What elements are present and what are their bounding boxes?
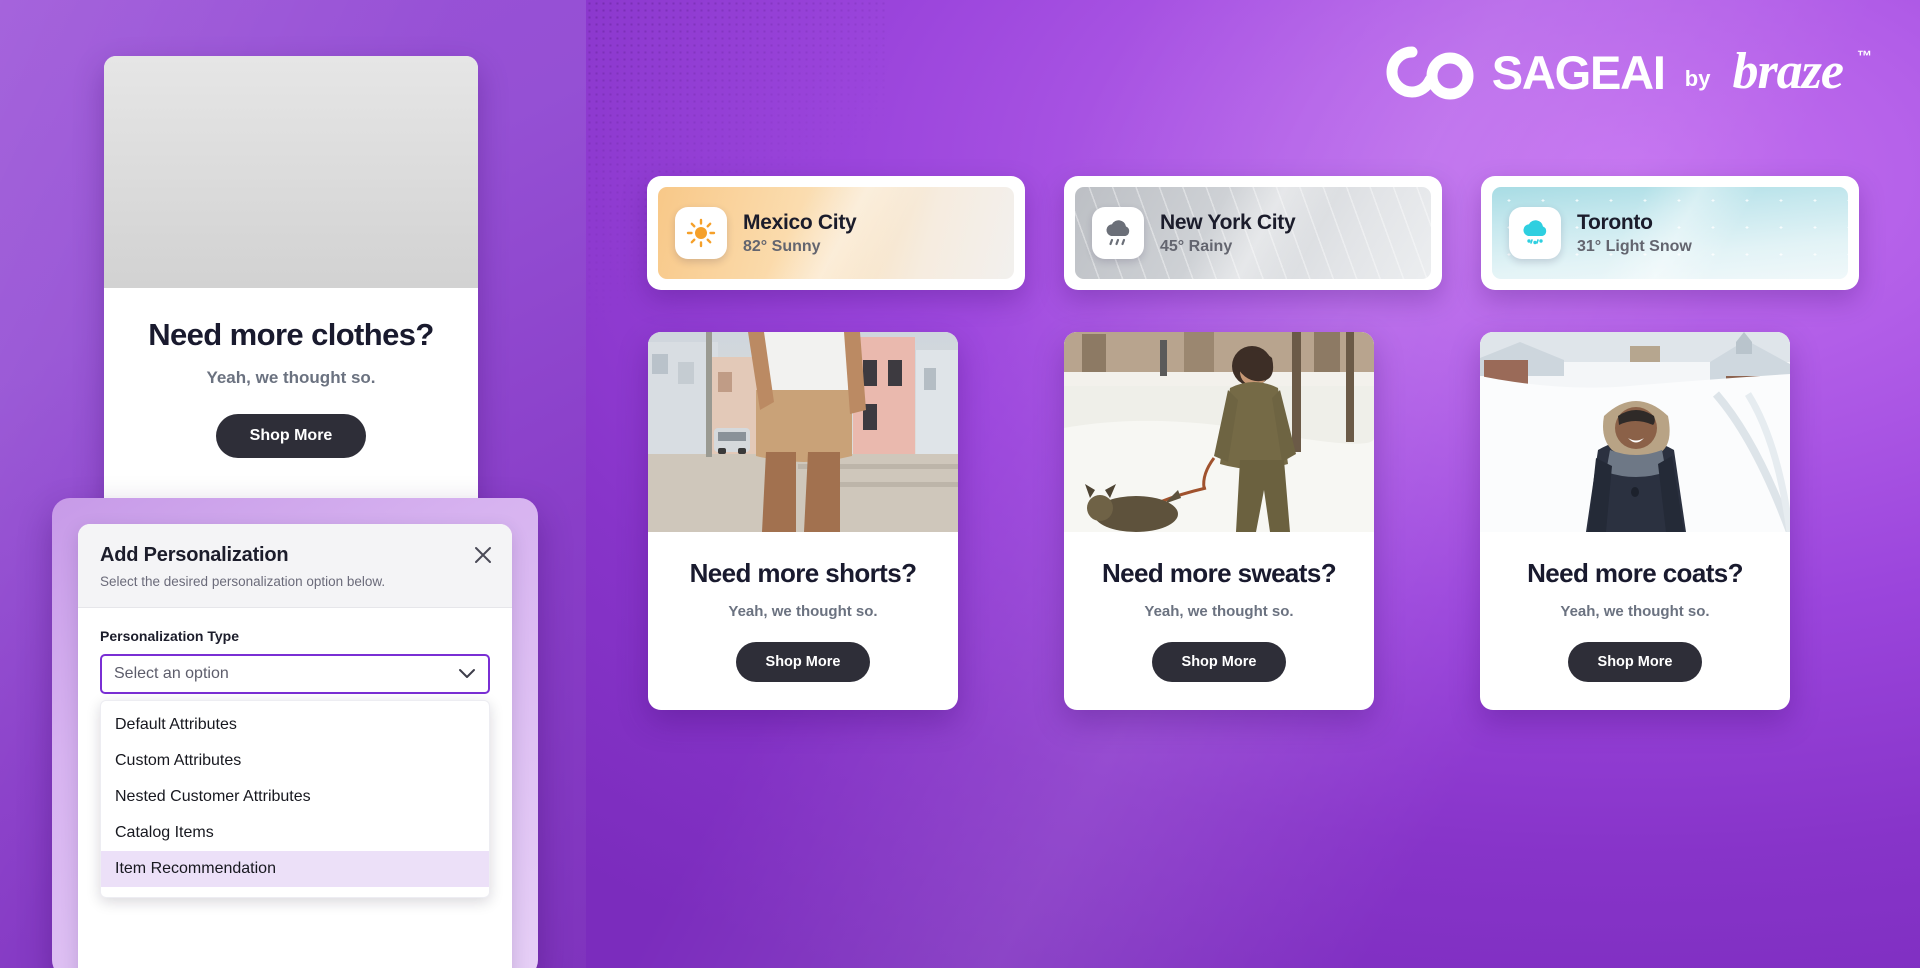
product-card-subtitle: Yeah, we thought so.	[1560, 603, 1710, 620]
logo-braze-text: braze	[1732, 43, 1844, 100]
dropdown-option-4[interactable]: Item Recommendation	[101, 851, 489, 887]
product-card-2: Need more sweats? Yeah, we thought so. Sho…	[1064, 332, 1374, 710]
chevron-down-icon	[459, 669, 475, 678]
add-personalization-modal: Add Personalization Select the desired p…	[78, 524, 512, 968]
preview-card-title: Need more clothes?	[148, 317, 434, 352]
close-icon-glyph	[475, 547, 491, 563]
preview-card-body: Need more clothes? Yeah, we thought so. …	[104, 288, 478, 459]
product-card-1: Need more shorts? Yeah, we thought so. Sho…	[648, 332, 958, 710]
close-icon[interactable]	[472, 544, 494, 566]
product-photo	[648, 332, 958, 532]
personalization-type-select[interactable]: Select an option	[100, 654, 490, 694]
product-card-title: Need more shorts?	[689, 558, 917, 588]
weather-condition: 82° Sunny	[743, 237, 821, 255]
weather-card-new-york-city: New York City 45° Rainy	[1064, 176, 1442, 290]
weather-condition: 31° Light Snow	[1577, 237, 1692, 255]
product-card-body: Need more sweats? Yeah, we thought so. Sho…	[1064, 532, 1374, 682]
personalization-modal-frame: Add Personalization Select the desired p…	[52, 498, 538, 968]
weather-city-name: Toronto	[1577, 210, 1653, 234]
weather-card-text: New York City 45° Rainy	[1160, 210, 1296, 256]
product-card-subtitle: Yeah, we thought so.	[728, 603, 878, 620]
product-card-title: Need more coats?	[1527, 558, 1743, 588]
weather-card-text: Mexico City 82° Sunny	[743, 210, 857, 256]
weather-card-inner: New York City 45° Rainy	[1075, 187, 1431, 279]
dropdown-option-3[interactable]: Catalog Items	[101, 815, 489, 851]
product-card-3: Need more coats? Yeah, we thought so. Shop…	[1480, 332, 1790, 710]
weather-card-mexico-city: Mexico City 82° Sunny	[647, 176, 1025, 290]
sun-icon	[675, 207, 727, 259]
product-photo	[1064, 332, 1374, 532]
product-card-body: Need more shorts? Yeah, we thought so. Sho…	[648, 532, 958, 682]
weather-card-inner: Mexico City 82° Sunny	[658, 187, 1014, 279]
product-card-subtitle: Yeah, we thought so.	[1144, 603, 1294, 620]
shop-more-button[interactable]: Shop More	[1151, 642, 1287, 682]
logo-wordmark: SAGEAI	[1491, 45, 1666, 99]
weather-city-name: Mexico City	[743, 210, 857, 234]
modal-title: Add Personalization	[100, 544, 289, 566]
snow-cloud-icon	[1509, 207, 1561, 259]
weather-card-text: Toronto 31° Light Snow	[1577, 211, 1692, 256]
preview-card-subtitle: Yeah, we thought so.	[206, 368, 376, 388]
shop-more-button[interactable]: Shop More	[1567, 642, 1703, 682]
shop-more-button[interactable]: Shop More	[735, 642, 871, 682]
product-card-title: Need more sweats?	[1101, 558, 1337, 588]
rain-cloud-icon	[1092, 207, 1144, 259]
modal-description: Select the desired personalization optio…	[100, 574, 386, 589]
modal-header: Add Personalization Select the desired p…	[78, 524, 512, 608]
dropdown-option-1[interactable]: Custom Attributes	[101, 743, 489, 779]
personalization-type-dropdown[interactable]: Default Attributes Custom Attributes Neste…	[100, 700, 490, 898]
weather-card-inner: Toronto 31° Light Snow	[1492, 187, 1848, 279]
dropdown-option-0[interactable]: Default Attributes	[101, 707, 489, 743]
select-placeholder-text: Select an option	[114, 665, 229, 682]
weather-condition: 45° Rainy	[1160, 237, 1233, 255]
preview-message-card: Need more clothes? Yeah, we thought so. …	[104, 56, 478, 516]
preview-hero-image	[104, 56, 478, 288]
modal-body: Personalization Type Select an option De…	[78, 608, 512, 898]
product-photo	[1480, 332, 1790, 532]
preview-shop-more-button[interactable]: Shop More	[215, 414, 367, 459]
sage-ai-by-braze-logo: SAGEAI by braze ™	[1386, 44, 1872, 100]
trademark-symbol: ™	[1857, 48, 1872, 65]
screenshot-root: SAGEAI by braze ™ Need more clothes? Yea…	[0, 0, 1920, 968]
weather-city-name: New York City	[1160, 210, 1296, 234]
weather-card-toronto: Toronto 31° Light Snow	[1481, 176, 1859, 290]
personalization-type-label: Personalization Type	[100, 628, 239, 644]
logo-by-text: by	[1684, 66, 1711, 91]
dropdown-option-2[interactable]: Nested Customer Attributes	[101, 779, 489, 815]
infinity-loop-icon	[1386, 46, 1474, 100]
product-card-body: Need more coats? Yeah, we thought so. Shop…	[1480, 532, 1790, 682]
